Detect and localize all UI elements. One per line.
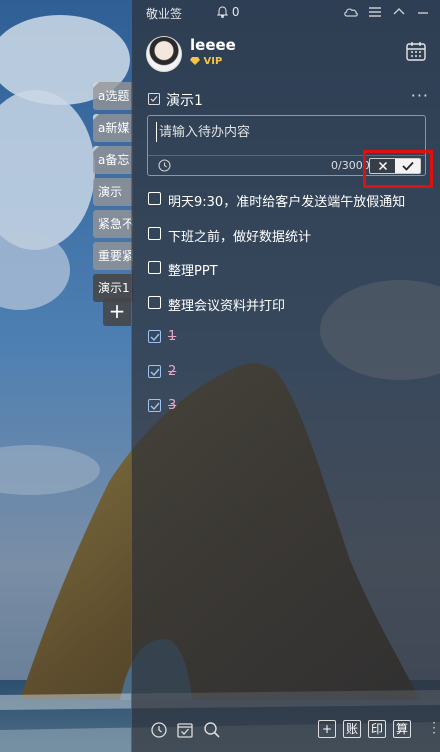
todo-checkbox-checked[interactable] (148, 399, 161, 412)
check-icon (150, 402, 160, 411)
cloud-sync-icon[interactable] (342, 4, 360, 20)
todo-list: 明天9:30，准时给客户发送端午放假通知 下班之前，做好数据统计 整理PPT 整… (147, 190, 432, 432)
diamond-icon (190, 57, 200, 65)
todo-text: 1 (168, 329, 177, 344)
todo-checkbox[interactable] (148, 261, 161, 274)
side-tab-5[interactable]: 重要紧 (93, 242, 133, 270)
highlight-annotation-box (363, 150, 433, 188)
todo-item[interactable]: 下班之前，做好数据统计 (147, 225, 432, 260)
user-info: leeee VIP (146, 36, 431, 76)
side-tab-4[interactable]: 紧急不 (93, 210, 133, 238)
completed-list-icon[interactable] (176, 721, 194, 739)
check-icon (150, 333, 160, 342)
username[interactable]: leeee (190, 36, 236, 54)
vip-badge[interactable]: VIP (190, 56, 222, 67)
tab-fold-icon (93, 82, 99, 88)
todo-item-done[interactable]: 2 (147, 363, 432, 398)
todo-checkbox[interactable] (148, 226, 161, 240)
todo-checkbox[interactable] (148, 192, 161, 205)
account-button[interactable]: 账 (343, 720, 361, 738)
menu-icon[interactable] (366, 4, 384, 20)
reminder-clock-icon[interactable] (158, 159, 171, 172)
side-tab-label: a备忘 (98, 153, 130, 167)
more-vertical-icon[interactable]: · · · (432, 717, 436, 739)
todo-text: 3 (168, 398, 177, 413)
bottom-toolbar: + 账 印 算 · · · (132, 716, 440, 746)
title-bar: 敬业签 0 (132, 0, 440, 26)
list-header: 演示1 ··· (146, 88, 431, 110)
more-options-button[interactable]: ··· (411, 88, 429, 104)
todo-item[interactable]: 整理PPT (147, 259, 432, 294)
todo-input[interactable] (156, 122, 416, 142)
side-tab-2[interactable]: a备忘 (93, 146, 133, 174)
search-icon[interactable] (203, 721, 221, 739)
print-button[interactable]: 印 (368, 720, 386, 738)
side-tab-label: a新媒 (98, 121, 130, 135)
todo-text: 整理会议资料并打印 (168, 298, 286, 314)
vip-label: VIP (203, 56, 223, 67)
calendar-button[interactable] (405, 40, 427, 66)
clock-icon[interactable] (150, 721, 168, 739)
todo-text: 下班之前，做好数据统计 (168, 229, 312, 245)
todo-text: 2 (168, 363, 177, 379)
bell-icon (216, 6, 229, 18)
side-tab-label: 紧急不 (98, 217, 133, 231)
todo-item-done[interactable]: 3 (147, 397, 432, 432)
side-tab-label: 演示1 (98, 281, 130, 295)
todo-checkbox-checked[interactable] (148, 330, 161, 343)
side-tab-3[interactable]: 演示 (93, 178, 133, 206)
calendar-icon (406, 42, 426, 61)
todo-text: 明天9:30，准时给客户发送端午放假通知 (168, 195, 406, 210)
side-tab-label: 重要紧 (98, 249, 133, 263)
todo-checkbox-checked[interactable] (148, 364, 161, 378)
notification-button[interactable]: 0 (216, 5, 240, 19)
add-list-button[interactable]: + (103, 298, 131, 326)
side-tab-1[interactable]: a新媒 (93, 114, 133, 142)
list-tabs: a选题 a新媒 a备忘 演示 紧急不 重要紧 演示1 (93, 82, 133, 306)
check-icon (150, 368, 160, 376)
notification-count: 0 (231, 5, 240, 19)
todo-item-done[interactable]: 1 (147, 328, 432, 363)
minimize-icon[interactable] (414, 4, 432, 20)
todo-item[interactable]: 整理会议资料并打印 (147, 294, 432, 329)
side-tab-0[interactable]: a选题 (93, 82, 133, 110)
avatar[interactable] (146, 36, 182, 72)
side-tab-label: a选题 (98, 89, 130, 103)
app-title[interactable]: 敬业签 (146, 5, 182, 22)
checklist-icon (148, 93, 160, 105)
todo-checkbox[interactable] (148, 295, 161, 309)
add-note-button[interactable]: + (318, 720, 336, 738)
todo-text: 整理PPT (168, 264, 218, 279)
todo-item[interactable]: 明天9:30，准时给客户发送端午放假通知 (147, 190, 432, 225)
collapse-icon[interactable] (390, 4, 408, 20)
side-tab-label: 演示 (98, 185, 123, 199)
list-title[interactable]: 演示1 (166, 90, 203, 110)
calculator-button[interactable]: 算 (393, 720, 411, 738)
notes-panel: 敬业签 0 leeee VIP 演示1 ··· 请输入待办内容 0/3000 明… (131, 0, 440, 752)
tab-fold-icon (93, 146, 99, 152)
tab-fold-icon (93, 114, 99, 120)
